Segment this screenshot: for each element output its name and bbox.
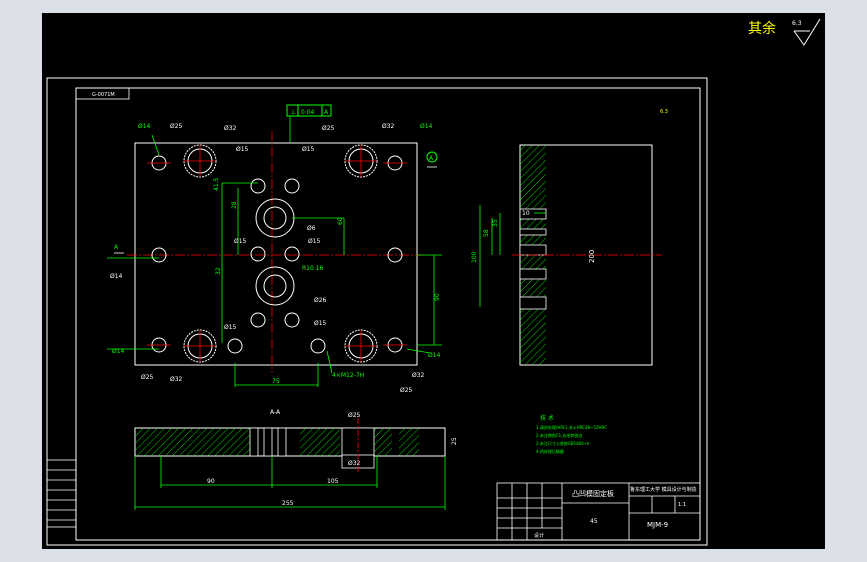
label-58: 58 <box>483 229 490 237</box>
school-name: 鲁东理工大学 模具设计与制造 <box>630 486 697 493</box>
section-letter-left: A <box>114 244 119 251</box>
label-d15-b: Ø15 <box>302 146 315 153</box>
label-35: 35 <box>492 219 499 227</box>
label-d14-tl: Ø14 <box>138 123 151 130</box>
label-d15-d: Ø15 <box>308 238 321 245</box>
scale: 1:1 <box>678 502 686 508</box>
label-d15-e: Ø15 <box>224 324 237 331</box>
part-code-text: G-0071M <box>92 92 115 98</box>
datum-letter: A <box>429 155 434 162</box>
label-d14-bl: Ø14 <box>112 348 125 355</box>
label-32: 32 <box>215 267 222 275</box>
label-200: 200 <box>588 250 596 263</box>
label-90: 90 <box>434 293 441 301</box>
label-d25-bl: Ø25 <box>141 374 154 381</box>
inner-frame <box>75 87 701 541</box>
tech-req-line-3: 3.未注尺寸公差按GB1804-m <box>536 440 589 446</box>
drawing-canvas[interactable]: 其余 6.3 G-0071M 6.3 A A ⊥ 0.04 A Ø14 Ø25 … <box>42 13 825 549</box>
label-d14-br: Ø14 <box>428 352 441 359</box>
label-75: 75 <box>272 378 280 385</box>
local-roughness: 6.3 <box>660 109 668 115</box>
section-hatch <box>135 428 419 456</box>
tech-req-line-1: 1.调质处理(HRC),淬火HRC48~52HRC <box>536 424 607 430</box>
label-d6: Ø6 <box>307 225 316 232</box>
label-r10: R10.16 <box>302 265 324 272</box>
label-10: 10 <box>522 210 530 217</box>
material: 45 <box>590 518 598 525</box>
designer-label: 设计 <box>534 532 544 539</box>
hole-d32 <box>183 144 378 363</box>
part-name: 凸凹模固定板 <box>572 489 614 498</box>
hole-centermarks <box>147 145 407 362</box>
label-255: 255 <box>282 500 294 507</box>
tolerance-value: 0.04 <box>301 109 315 116</box>
label-41-5: 41.5 <box>213 177 220 191</box>
tech-req-line-2: 2.未注倒角C1,去毛刺锐边 <box>536 432 582 438</box>
label-thread: 4×M12-7H <box>332 372 364 379</box>
label-d32-tr: Ø32 <box>382 123 395 130</box>
label-d32-sec: Ø32 <box>348 460 361 467</box>
label-d32-br: Ø32 <box>412 372 425 379</box>
tolerance-symbol: ⊥ <box>290 108 296 116</box>
label-d14-tr: Ø14 <box>420 123 433 130</box>
label-d15-c: Ø15 <box>234 238 247 245</box>
drawing-number: MJM-9 <box>647 521 668 529</box>
revision-block <box>46 459 77 528</box>
cad-viewport[interactable]: 其余 6.3 G-0071M 6.3 A A ⊥ 0.04 A Ø14 Ø25 … <box>42 13 825 549</box>
label-d25-sec: Ø25 <box>348 412 361 419</box>
label-25-sec: 25 <box>451 437 458 445</box>
tech-req-title: 技 术 <box>540 414 554 422</box>
section-title: A-A <box>270 409 281 416</box>
plate-plan-outline <box>134 142 418 366</box>
label-d26: Ø26 <box>314 297 327 304</box>
roughness-value: 6.3 <box>792 20 802 27</box>
label-100: 100 <box>471 251 478 263</box>
section-marker <box>114 166 437 254</box>
punch-opening <box>255 198 295 306</box>
label-d25-tl: Ø25 <box>170 123 183 130</box>
label-105: 105 <box>327 478 339 485</box>
label-d32-tl: Ø32 <box>224 125 237 132</box>
label-d25-tr: Ø25 <box>322 125 335 132</box>
label-d15-a: Ø15 <box>236 146 249 153</box>
hole-d14 <box>151 155 403 353</box>
label-28: 28 <box>231 201 238 209</box>
tolerance-datum: A <box>324 109 329 116</box>
label-d14-l: Ø14 <box>110 273 123 280</box>
finish-label: 其余 <box>748 20 776 37</box>
label-d25-br: Ø25 <box>400 387 413 394</box>
label-60: 60 <box>337 217 344 225</box>
label-d15-f: Ø15 <box>314 320 327 327</box>
label-d32-bl: Ø32 <box>170 376 183 383</box>
label-90-sec: 90 <box>207 478 215 485</box>
tech-req-line-4: 4.热处理后精磨 <box>536 448 564 454</box>
